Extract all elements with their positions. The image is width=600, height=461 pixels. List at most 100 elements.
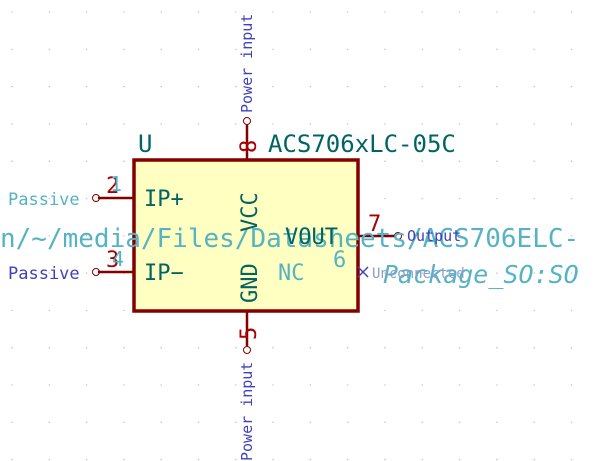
grid-dot bbox=[85, 11, 88, 13]
grid-dot bbox=[85, 197, 88, 200]
grid-dot bbox=[160, 48, 162, 51]
nc-pin-name: NC bbox=[278, 261, 305, 286]
grid-dot bbox=[123, 11, 125, 13]
grid-dot bbox=[48, 346, 51, 349]
grid-dot bbox=[458, 309, 461, 312]
gnd-pin-number: 5 bbox=[237, 327, 262, 340]
grid-dot bbox=[160, 421, 162, 424]
grid-dot bbox=[384, 384, 386, 386]
grid-dot bbox=[346, 123, 349, 125]
grid-dot bbox=[123, 346, 125, 349]
grid-dot bbox=[309, 458, 312, 461]
grid-dot bbox=[496, 11, 498, 13]
grid-dot bbox=[197, 123, 200, 125]
grid-dot bbox=[11, 458, 13, 461]
grid-dot bbox=[160, 85, 162, 88]
grid-dot bbox=[496, 384, 498, 386]
grid-dot bbox=[11, 123, 13, 125]
grid-dot bbox=[272, 48, 274, 51]
grid-dot bbox=[11, 384, 13, 386]
vcc-pin-name: VCC bbox=[238, 192, 263, 232]
grid-dot bbox=[570, 123, 573, 125]
grid-dot bbox=[48, 421, 51, 424]
grid-dot bbox=[570, 309, 573, 312]
grid-dot bbox=[421, 346, 424, 349]
grid-dot bbox=[346, 48, 349, 51]
vcc-pin-end-icon bbox=[243, 117, 251, 125]
grid-dot bbox=[421, 123, 424, 125]
grid-dot bbox=[272, 346, 274, 349]
grid-dot bbox=[235, 11, 237, 13]
grid-dot bbox=[421, 11, 424, 13]
grid-dot bbox=[85, 458, 88, 461]
grid-dot bbox=[85, 272, 88, 274]
grid-dot bbox=[496, 197, 498, 200]
grid-dot bbox=[496, 309, 498, 312]
grid-dot bbox=[570, 421, 573, 424]
grid-dot bbox=[421, 309, 424, 312]
grid-dot bbox=[85, 160, 88, 162]
grid-dot bbox=[85, 85, 88, 88]
grid-dot bbox=[346, 384, 349, 386]
grid-dot bbox=[496, 421, 498, 424]
grid-dot bbox=[384, 11, 386, 13]
grid-dot bbox=[458, 48, 461, 51]
grid-dot bbox=[458, 458, 461, 461]
grid-dot bbox=[235, 85, 237, 88]
grid-dot bbox=[384, 123, 386, 125]
grid-dot bbox=[384, 48, 386, 51]
grid-dot bbox=[533, 197, 535, 200]
grid-dot bbox=[421, 458, 424, 461]
grid-dot bbox=[123, 48, 125, 51]
grid-dot bbox=[235, 123, 237, 125]
grid-dot bbox=[11, 160, 13, 162]
grid-dot bbox=[85, 421, 88, 424]
grid-dot bbox=[123, 160, 125, 162]
grid-dot bbox=[458, 384, 461, 386]
grid-dot bbox=[48, 458, 51, 461]
grid-dot bbox=[496, 48, 498, 51]
grid-dot bbox=[421, 197, 424, 200]
vout-pin-type: Output bbox=[407, 227, 461, 245]
grid-dot bbox=[272, 11, 274, 13]
grid-dot bbox=[570, 346, 573, 349]
vout-pin-number: 7 bbox=[368, 212, 381, 237]
vcc-pin-type: Power input bbox=[238, 14, 256, 113]
grid-dot bbox=[160, 384, 162, 386]
ip-plus-stacked-pin-number: 1 bbox=[110, 172, 122, 196]
grid-dot bbox=[160, 123, 162, 125]
grid-dot bbox=[123, 384, 125, 386]
gnd-pin-type: Power input bbox=[238, 362, 256, 461]
grid-dot bbox=[533, 458, 535, 461]
grid-dot bbox=[496, 160, 498, 162]
grid-dot bbox=[85, 346, 88, 349]
ip-minus-pin-type: Passive bbox=[8, 264, 80, 284]
grid-dot bbox=[197, 346, 200, 349]
grid-dot bbox=[421, 160, 424, 162]
grid-dot bbox=[384, 197, 386, 200]
ip-minus-stacked-pin-number: 4 bbox=[112, 247, 124, 271]
grid-dot bbox=[11, 11, 13, 13]
grid-dot bbox=[48, 85, 51, 88]
grid-dot bbox=[384, 160, 386, 162]
grid-dot bbox=[384, 85, 386, 88]
grid-dot bbox=[11, 309, 13, 312]
grid-dot bbox=[570, 48, 573, 51]
grid-dot bbox=[458, 197, 461, 200]
grid-dot bbox=[235, 48, 237, 51]
grid-dot bbox=[533, 160, 535, 162]
grid-dot bbox=[384, 346, 386, 349]
grid-dot bbox=[272, 123, 274, 125]
grid-dot bbox=[533, 346, 535, 349]
grid-dot bbox=[235, 384, 237, 386]
grid-dot bbox=[421, 48, 424, 51]
value-label: ACS706xLC-05C bbox=[268, 130, 456, 158]
grid-dot bbox=[309, 346, 312, 349]
grid-dot bbox=[197, 85, 200, 88]
grid-dot bbox=[48, 11, 51, 13]
vcc-pin-number: 8 bbox=[237, 140, 262, 153]
grid-dot bbox=[533, 309, 535, 312]
grid-dot bbox=[48, 384, 51, 386]
grid-dot bbox=[346, 421, 349, 424]
grid-dot bbox=[496, 85, 498, 88]
